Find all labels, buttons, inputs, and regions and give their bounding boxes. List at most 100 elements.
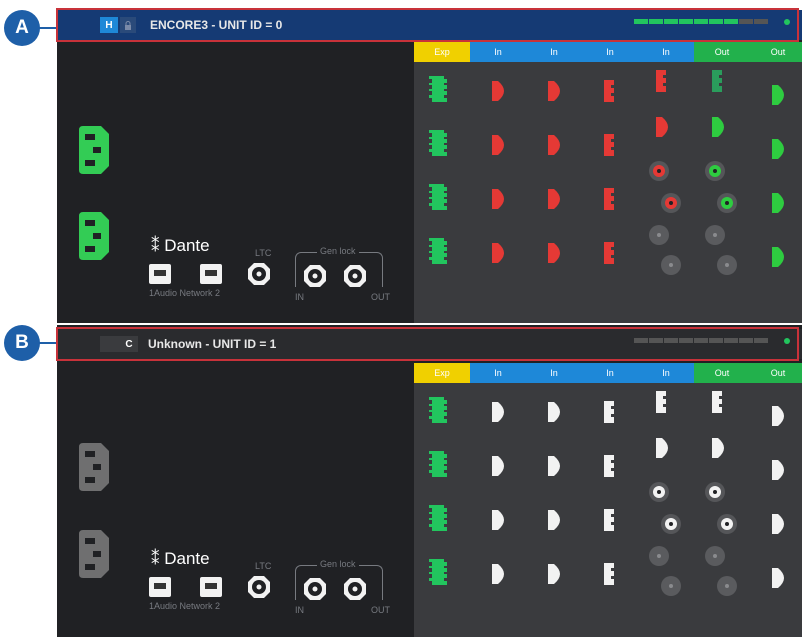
- expansion-connector-icon[interactable]: [428, 238, 450, 269]
- multipin-connector-icon[interactable]: [598, 453, 620, 484]
- lock-icon[interactable]: [120, 17, 136, 33]
- multipin-connector-icon[interactable]: [598, 240, 620, 271]
- meter-segment: [634, 19, 648, 24]
- multipin-connector-icon[interactable]: [706, 68, 728, 99]
- xlr-connector-icon[interactable]: [650, 114, 672, 145]
- io-column-header: In: [470, 363, 526, 383]
- io-column: In: [638, 42, 694, 323]
- bnc-connector-icon[interactable]: [660, 190, 682, 221]
- ethernet-port-icon[interactable]: [149, 577, 171, 597]
- xlr-connector-icon[interactable]: [542, 399, 564, 430]
- xlr-connector-icon[interactable]: [542, 507, 564, 538]
- hub-button[interactable]: H: [100, 17, 118, 33]
- xlr-connector-icon[interactable]: [486, 240, 508, 271]
- xlr-connector-icon[interactable]: [542, 132, 564, 163]
- xlr-connector-icon[interactable]: [766, 457, 788, 488]
- bnc-connector-icon[interactable]: [704, 222, 726, 253]
- bnc-connector-icon[interactable]: [716, 573, 738, 604]
- network-panel: ⁑ Dante 1Audio Network 2 LTC Gen lock IN…: [147, 232, 407, 307]
- bnc-connector-icon[interactable]: [648, 543, 670, 574]
- ltc-bnc-icon[interactable]: [247, 262, 271, 291]
- xlr-connector-icon[interactable]: [766, 511, 788, 542]
- multipin-connector-icon[interactable]: [650, 389, 672, 420]
- genlock-in-bnc-icon[interactable]: [303, 577, 327, 606]
- power-inlet-icon: [79, 212, 109, 265]
- bnc-connector-icon[interactable]: [704, 479, 726, 510]
- expansion-connector-icon[interactable]: [428, 76, 450, 107]
- ethernet-port-icon[interactable]: [200, 577, 222, 597]
- expansion-connector-icon[interactable]: [428, 184, 450, 215]
- xlr-connector-icon[interactable]: [766, 136, 788, 167]
- multipin-connector-icon[interactable]: [706, 389, 728, 420]
- bnc-connector-icon[interactable]: [660, 252, 682, 283]
- multipin-connector-icon[interactable]: [598, 507, 620, 538]
- callout-b: B: [4, 325, 40, 361]
- multipin-connector-icon[interactable]: [650, 68, 672, 99]
- multipin-connector-icon[interactable]: [598, 78, 620, 109]
- xlr-connector-icon[interactable]: [766, 565, 788, 596]
- expansion-connector-icon[interactable]: [428, 451, 450, 482]
- network-panel: ⁑ Dante 1Audio Network 2 LTC Gen lock IN…: [147, 545, 407, 620]
- multipin-connector-icon[interactable]: [598, 561, 620, 592]
- ltc-label: LTC: [255, 561, 272, 571]
- xlr-connector-icon[interactable]: [486, 186, 508, 217]
- meter-segment: [649, 338, 663, 343]
- genlock-out-bnc-icon[interactable]: [343, 577, 367, 606]
- expansion-connector-icon[interactable]: [428, 130, 450, 161]
- bnc-connector-icon[interactable]: [648, 479, 670, 510]
- bnc-connector-icon[interactable]: [704, 158, 726, 189]
- xlr-connector-icon[interactable]: [486, 399, 508, 430]
- xlr-connector-icon[interactable]: [542, 240, 564, 271]
- multipin-connector-icon[interactable]: [598, 399, 620, 430]
- bnc-connector-icon[interactable]: [648, 158, 670, 189]
- bnc-connector-icon[interactable]: [716, 252, 738, 283]
- bnc-connector-icon[interactable]: [704, 543, 726, 574]
- meter-segment: [634, 338, 648, 343]
- xlr-connector-icon[interactable]: [766, 403, 788, 434]
- status-led: [784, 19, 790, 25]
- unit-title: Unknown - UNIT ID = 1: [148, 337, 277, 351]
- ethernet-port-icon[interactable]: [200, 264, 222, 284]
- xlr-connector-icon[interactable]: [766, 190, 788, 221]
- xlr-connector-icon[interactable]: [486, 132, 508, 163]
- bnc-connector-icon[interactable]: [660, 573, 682, 604]
- meter-segment: [679, 338, 693, 343]
- xlr-connector-icon[interactable]: [486, 561, 508, 592]
- io-column: In: [470, 363, 526, 637]
- genlock-in-bnc-icon[interactable]: [303, 264, 327, 293]
- xlr-connector-icon[interactable]: [650, 435, 672, 466]
- xlr-connector-icon[interactable]: [542, 453, 564, 484]
- xlr-connector-icon[interactable]: [486, 507, 508, 538]
- xlr-connector-icon[interactable]: [542, 186, 564, 217]
- blank-button[interactable]: [100, 336, 120, 352]
- xlr-connector-icon[interactable]: [486, 453, 508, 484]
- meter-segment: [739, 338, 753, 343]
- ethernet-port-icon[interactable]: [149, 264, 171, 284]
- meter-segment: [754, 19, 768, 24]
- io-column: In: [470, 42, 526, 323]
- expansion-connector-icon[interactable]: [428, 505, 450, 536]
- bnc-connector-icon[interactable]: [716, 511, 738, 542]
- multipin-connector-icon[interactable]: [598, 186, 620, 217]
- ltc-bnc-icon[interactable]: [247, 575, 271, 604]
- xlr-connector-icon[interactable]: [486, 78, 508, 109]
- bnc-connector-icon[interactable]: [660, 511, 682, 542]
- multipin-connector-icon[interactable]: [598, 132, 620, 163]
- bnc-connector-icon[interactable]: [716, 190, 738, 221]
- unit-header[interactable]: H ENCORE3 - UNIT ID = 0: [56, 8, 802, 42]
- xlr-connector-icon[interactable]: [766, 244, 788, 275]
- xlr-connector-icon[interactable]: [542, 78, 564, 109]
- xlr-connector-icon[interactable]: [766, 82, 788, 113]
- io-column: In: [582, 363, 638, 637]
- xlr-connector-icon[interactable]: [706, 114, 728, 145]
- meter-segment: [679, 19, 693, 24]
- callout-a: A: [4, 10, 40, 46]
- xlr-connector-icon[interactable]: [542, 561, 564, 592]
- genlock-out-bnc-icon[interactable]: [343, 264, 367, 293]
- unit-header[interactable]: C Unknown - UNIT ID = 1: [56, 327, 802, 361]
- expansion-connector-icon[interactable]: [428, 397, 450, 428]
- expansion-connector-icon[interactable]: [428, 559, 450, 590]
- c-button[interactable]: C: [120, 336, 138, 352]
- bnc-connector-icon[interactable]: [648, 222, 670, 253]
- xlr-connector-icon[interactable]: [706, 435, 728, 466]
